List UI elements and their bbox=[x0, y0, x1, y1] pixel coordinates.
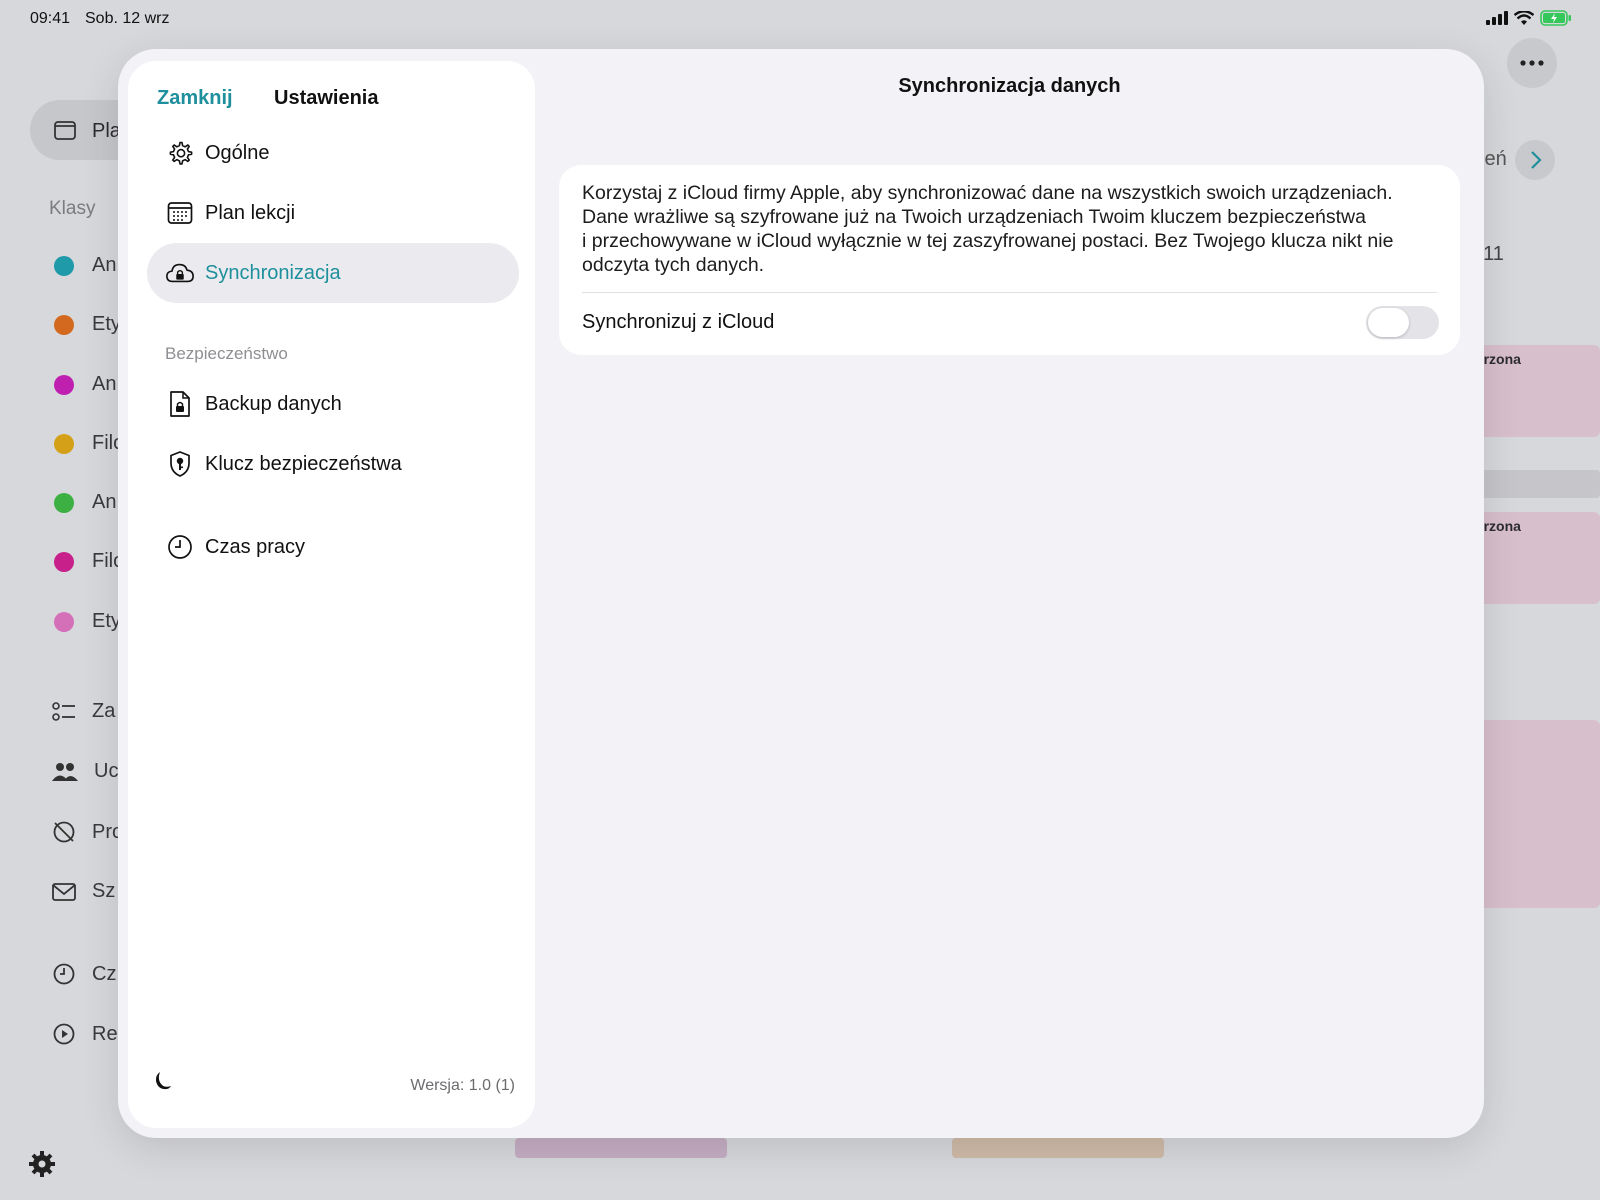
sidebar-item-label: Backup danych bbox=[205, 392, 342, 415]
bg-event-bottom bbox=[515, 1138, 727, 1158]
bg-nav-label: Pla bbox=[92, 120, 121, 142]
slash-circle-icon bbox=[53, 821, 75, 843]
class-color-dot bbox=[54, 551, 74, 572]
bg-link-item: Cz bbox=[52, 962, 116, 986]
more-button bbox=[1507, 38, 1557, 88]
bg-class-item: Ety bbox=[54, 313, 121, 336]
bg-class-label: Ety bbox=[92, 610, 121, 632]
gear-icon bbox=[165, 138, 195, 168]
sidebar-item-label: Czas pracy bbox=[205, 535, 306, 558]
bg-class-item: Filo bbox=[54, 550, 124, 573]
bg-event-bottom bbox=[952, 1138, 1164, 1158]
description-line: i przechowywane w iCloud wyłącznie w tej… bbox=[582, 230, 1394, 252]
chevron-right-icon bbox=[1531, 151, 1542, 169]
ellipsis-icon bbox=[1520, 60, 1544, 66]
bg-link-label: Za bbox=[92, 700, 116, 722]
class-color-dot bbox=[54, 433, 74, 454]
bg-class-label: Ety bbox=[92, 313, 121, 335]
calendar-icon bbox=[165, 198, 195, 228]
bg-class-item: Filo bbox=[54, 432, 124, 455]
icloud-sync-toggle[interactable] bbox=[1366, 306, 1439, 339]
detail-title: Synchronizacja danych bbox=[898, 75, 1121, 97]
sync-settings-card: Korzystaj z iCloud firmy Apple, aby sync… bbox=[559, 165, 1460, 355]
close-button[interactable]: Zamknij bbox=[157, 87, 233, 110]
class-color-dot bbox=[54, 255, 74, 276]
class-color-dot bbox=[54, 314, 74, 335]
envelope-icon bbox=[52, 882, 76, 901]
bg-link-label: Re bbox=[92, 1022, 118, 1045]
bg-link-label: Sz bbox=[92, 880, 116, 902]
version-label: Wersja: 1.0 (1) bbox=[410, 1077, 515, 1094]
bg-link-item: Pro bbox=[52, 820, 123, 844]
bg-class-label: An bbox=[92, 373, 117, 395]
bg-class-label: An bbox=[92, 254, 117, 276]
settings-sidebar: Zamknij Ustawienia Ogólne Plan lekcji Sy… bbox=[128, 61, 535, 1128]
sidebar-item-label: Synchronizacja bbox=[205, 261, 341, 284]
bg-link-item: Sz bbox=[52, 880, 115, 903]
card-divider bbox=[582, 292, 1437, 293]
sidebar-item-label: Klucz bezpieczeństwa bbox=[205, 452, 402, 475]
toggle-knob bbox=[1368, 308, 1409, 337]
checklist-icon bbox=[52, 701, 75, 721]
moon-icon[interactable] bbox=[150, 1068, 176, 1094]
document-lock-icon bbox=[165, 389, 195, 419]
bg-link-item: Uc bbox=[52, 760, 118, 783]
icloud-sync-label: Synchronizuj z iCloud bbox=[582, 311, 775, 333]
bg-link-label: Uc bbox=[94, 760, 119, 782]
description-line: Korzystaj z iCloud firmy Apple, aby sync… bbox=[582, 182, 1393, 204]
sync-description: Korzystaj z iCloud firmy Apple, aby sync… bbox=[582, 181, 1432, 277]
settings-modal: Zamknij Ustawienia Ogólne Plan lekcji Sy… bbox=[118, 49, 1484, 1138]
bg-section-title: Klasy bbox=[49, 198, 96, 219]
bg-class-item: An bbox=[54, 373, 116, 396]
description-line: Dane wrażliwe są szyfrowane już na Twoic… bbox=[582, 206, 1366, 228]
sidebar-item-security-key[interactable]: Klucz bezpieczeństwa bbox=[147, 434, 519, 494]
bg-class-item: Ety bbox=[54, 610, 121, 633]
sidebar-item-general[interactable]: Ogólne bbox=[147, 123, 519, 183]
bg-link-label: Cz bbox=[92, 962, 117, 985]
sidebar-item-label: Plan lekcji bbox=[205, 201, 296, 224]
sidebar-item-timetable[interactable]: Plan lekcji bbox=[147, 183, 519, 243]
class-color-dot bbox=[54, 374, 74, 395]
bg-link-item: Za bbox=[52, 700, 115, 723]
sidebar-item-sync[interactable]: Synchronizacja bbox=[147, 243, 519, 303]
security-section-title: Bezpieczeństwo bbox=[165, 344, 288, 363]
bg-class-item: An bbox=[54, 491, 116, 514]
clock-icon bbox=[53, 963, 75, 985]
description-line: odczyta tych danych. bbox=[582, 254, 765, 276]
sidebar-item-backup[interactable]: Backup danych bbox=[147, 374, 519, 434]
gear-icon bbox=[29, 1151, 55, 1177]
people-icon bbox=[52, 762, 78, 781]
bg-class-item: An bbox=[54, 254, 116, 277]
sidebar-item-label: Ogólne bbox=[205, 141, 270, 164]
bg-link-item: Re bbox=[52, 1022, 118, 1046]
cloud-lock-icon bbox=[165, 258, 195, 288]
shield-key-icon bbox=[165, 449, 195, 479]
class-color-dot bbox=[54, 492, 74, 513]
calendar-icon bbox=[54, 121, 76, 140]
play-circle-icon bbox=[53, 1023, 75, 1045]
sidebar-title: Ustawienia bbox=[274, 87, 379, 109]
clock-icon bbox=[165, 532, 195, 562]
bg-next-button bbox=[1515, 140, 1555, 180]
class-color-dot bbox=[54, 611, 74, 632]
bg-class-label: An bbox=[92, 491, 117, 513]
sidebar-item-work-time[interactable]: Czas pracy bbox=[147, 517, 519, 577]
